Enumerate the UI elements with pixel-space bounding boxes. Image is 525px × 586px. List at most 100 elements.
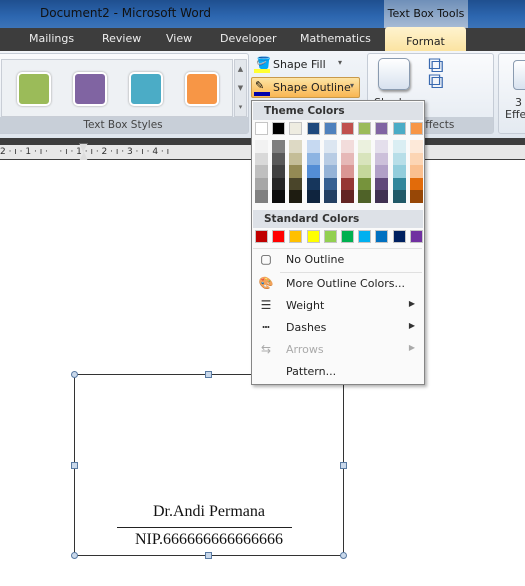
theme-shade-swatch[interactable] <box>289 177 303 191</box>
theme-color-swatch[interactable] <box>289 122 303 135</box>
theme-shade-swatch[interactable] <box>392 190 406 203</box>
menu-item-no-outline[interactable]: ▢ No Outline <box>252 249 424 271</box>
standard-color-swatch[interactable] <box>392 230 406 243</box>
shadow-button[interactable] <box>378 58 410 90</box>
theme-shade-swatch[interactable] <box>341 152 354 166</box>
theme-shade-swatch[interactable] <box>255 190 268 203</box>
theme-shade-swatch[interactable] <box>306 152 320 166</box>
standard-color-swatch[interactable] <box>375 230 389 243</box>
theme-color-swatch[interactable] <box>392 122 406 135</box>
theme-color-swatch[interactable] <box>409 122 423 135</box>
theme-shade-swatch[interactable] <box>392 140 406 153</box>
theme-shade-swatch[interactable] <box>409 165 423 178</box>
gallery-scroll[interactable]: ▲ ▼ ▾ <box>234 59 247 117</box>
theme-shade-swatch[interactable] <box>272 190 286 203</box>
theme-shade-swatch[interactable] <box>375 165 389 178</box>
tab-mathematics[interactable]: Mathematics <box>300 32 371 45</box>
style-swatch[interactable] <box>129 72 163 106</box>
theme-shade-swatch[interactable] <box>323 140 337 153</box>
menu-item-more-outline-colors[interactable]: 🎨 More Outline Colors... <box>252 273 424 295</box>
theme-color-swatch[interactable] <box>375 122 389 135</box>
resize-handle[interactable] <box>71 552 78 559</box>
theme-shade-swatch[interactable] <box>323 190 337 203</box>
theme-shade-swatch[interactable] <box>341 177 354 191</box>
shape-outline-button[interactable]: ✎ Shape Outline ▾ <box>251 77 360 98</box>
theme-shade-swatch[interactable] <box>306 140 320 153</box>
tab-view[interactable]: View <box>166 32 192 45</box>
theme-shade-swatch[interactable] <box>255 165 268 178</box>
style-swatch[interactable] <box>185 72 219 106</box>
theme-shade-swatch[interactable] <box>375 140 389 153</box>
theme-shade-swatch[interactable] <box>306 190 320 203</box>
theme-shade-swatch[interactable] <box>409 140 423 153</box>
nudge-shadow-icon[interactable]: ⧉ ⧉ <box>428 55 444 93</box>
text-box[interactable] <box>74 374 344 556</box>
3d-effects-icon[interactable] <box>513 60 525 90</box>
theme-shade-swatch[interactable] <box>375 190 389 203</box>
standard-color-swatch[interactable] <box>409 230 423 243</box>
resize-handle[interactable] <box>340 462 347 469</box>
theme-shade-swatch[interactable] <box>358 177 372 191</box>
standard-color-swatch[interactable] <box>306 230 320 243</box>
tab-format[interactable]: Format <box>385 27 466 52</box>
theme-shade-swatch[interactable] <box>392 177 406 191</box>
standard-color-swatch[interactable] <box>255 230 268 243</box>
tab-developer[interactable]: Developer <box>220 32 277 45</box>
theme-shade-swatch[interactable] <box>289 140 303 153</box>
theme-shade-swatch[interactable] <box>341 165 354 178</box>
theme-shade-swatch[interactable] <box>323 152 337 166</box>
tab-review[interactable]: Review <box>102 32 141 45</box>
resize-handle[interactable] <box>71 462 78 469</box>
theme-shade-swatch[interactable] <box>255 152 268 166</box>
style-swatch[interactable] <box>73 72 107 106</box>
theme-shade-swatch[interactable] <box>358 152 372 166</box>
theme-shade-swatch[interactable] <box>409 152 423 166</box>
theme-shade-swatch[interactable] <box>289 152 303 166</box>
theme-shade-swatch[interactable] <box>409 177 423 191</box>
theme-shade-swatch[interactable] <box>375 152 389 166</box>
theme-color-swatch[interactable] <box>272 122 286 135</box>
shape-fill-button[interactable]: 🪣 Shape Fill ▾ <box>254 56 364 74</box>
theme-shade-swatch[interactable] <box>289 190 303 203</box>
resize-handle[interactable] <box>71 371 78 378</box>
theme-shade-swatch[interactable] <box>323 177 337 191</box>
resize-handle[interactable] <box>205 371 212 378</box>
menu-item-dashes[interactable]: ┅ Dashes ▶ <box>252 317 424 339</box>
menu-item-pattern[interactable]: Pattern... <box>252 361 424 383</box>
theme-shade-swatch[interactable] <box>323 165 337 178</box>
theme-shade-swatch[interactable] <box>358 190 372 203</box>
theme-shade-swatch[interactable] <box>341 190 354 203</box>
theme-shade-swatch[interactable] <box>289 165 303 178</box>
theme-shade-swatch[interactable] <box>272 177 286 191</box>
theme-color-swatch[interactable] <box>255 122 268 135</box>
style-swatch[interactable] <box>17 72 51 106</box>
theme-shade-swatch[interactable] <box>409 190 423 203</box>
tab-mailings[interactable]: Mailings <box>29 32 74 45</box>
theme-shade-swatch[interactable] <box>392 152 406 166</box>
theme-shade-swatch[interactable] <box>255 177 268 191</box>
theme-shade-swatch[interactable] <box>272 140 286 153</box>
resize-handle[interactable] <box>205 552 212 559</box>
standard-color-swatch[interactable] <box>289 230 303 243</box>
theme-color-swatch[interactable] <box>306 122 320 135</box>
theme-shade-swatch[interactable] <box>272 152 286 166</box>
standard-color-swatch[interactable] <box>358 230 372 243</box>
theme-shade-swatch[interactable] <box>358 165 372 178</box>
3d-effects-label: Effe <box>505 108 525 121</box>
theme-shade-swatch[interactable] <box>392 165 406 178</box>
theme-color-swatch[interactable] <box>323 122 337 135</box>
theme-color-swatch[interactable] <box>358 122 372 135</box>
theme-color-swatch[interactable] <box>341 122 354 135</box>
standard-color-swatch[interactable] <box>272 230 286 243</box>
standard-color-swatch[interactable] <box>323 230 337 243</box>
resize-handle[interactable] <box>340 552 347 559</box>
standard-color-swatch[interactable] <box>341 230 354 243</box>
theme-shade-swatch[interactable] <box>306 177 320 191</box>
theme-shade-swatch[interactable] <box>255 140 268 153</box>
theme-shade-swatch[interactable] <box>375 177 389 191</box>
theme-shade-swatch[interactable] <box>306 165 320 178</box>
menu-item-weight[interactable]: ☰ Weight ▶ <box>252 295 424 317</box>
theme-shade-swatch[interactable] <box>358 140 372 153</box>
theme-shade-swatch[interactable] <box>341 140 354 153</box>
theme-shade-swatch[interactable] <box>272 165 286 178</box>
